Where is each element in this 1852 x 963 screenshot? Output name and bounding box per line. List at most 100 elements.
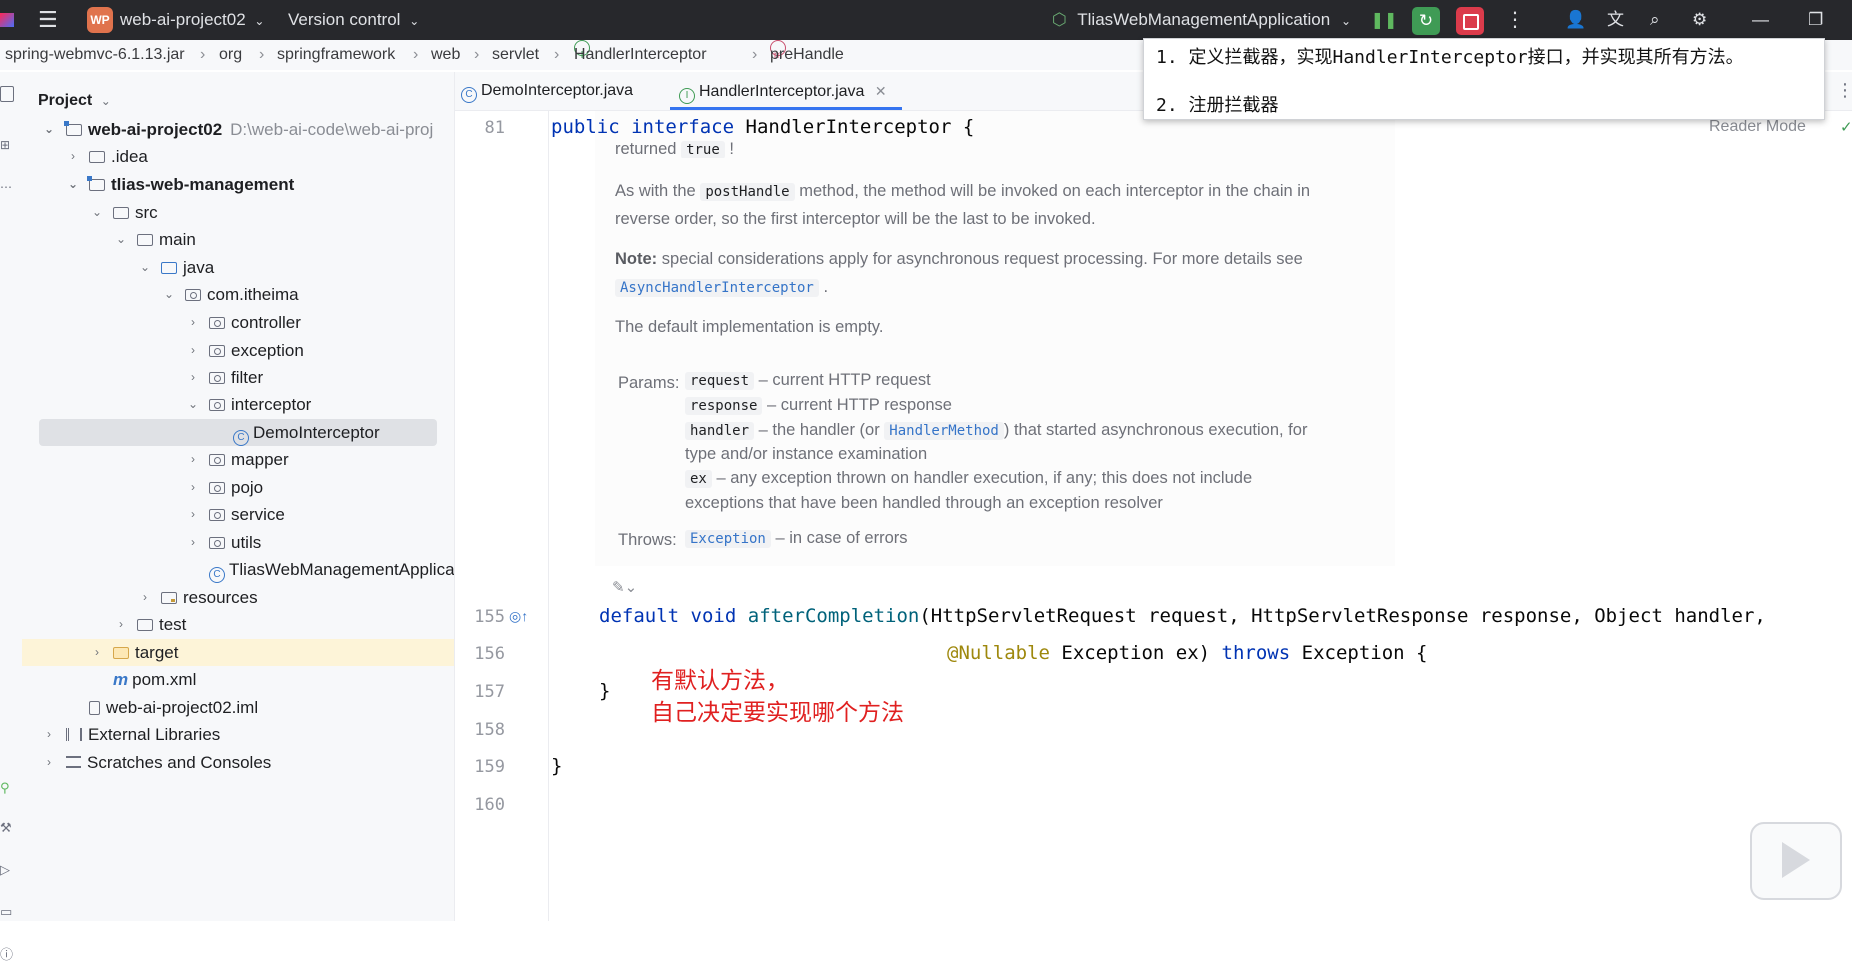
minimize-icon[interactable]: — — [1752, 0, 1769, 40]
project-badge[interactable]: WP — [87, 7, 113, 33]
add-user-icon[interactable]: 👤 — [1565, 0, 1586, 40]
breadcrumb-item[interactable]: springframework — [277, 40, 395, 70]
doc-text: – current HTTP response — [767, 396, 952, 414]
search-icon[interactable]: ⌕ — [1650, 0, 1660, 40]
chevron-down-icon: ⌄ — [68, 177, 79, 191]
restore-icon[interactable]: ❐ — [1808, 0, 1823, 40]
close-icon[interactable]: ✕ — [875, 83, 887, 99]
structure-tool-icon[interactable]: ⊞ — [0, 138, 10, 152]
doc-note: Note: special considerations apply for a… — [615, 250, 1303, 269]
video-play-button[interactable] — [1750, 822, 1842, 900]
line-number: 157 — [474, 682, 505, 702]
tree-item-tlias-app[interactable]: C TliasWebManagementApplica — [209, 556, 454, 583]
doc-text: – in case of errors — [775, 529, 908, 547]
tree-item-iml[interactable]: web-ai-project02.iml — [89, 694, 258, 721]
doc-link-exception[interactable]: Exception — [685, 530, 771, 548]
keyword: interface — [631, 116, 735, 138]
chevron-down-icon: ⌄ — [92, 205, 103, 219]
implementation-gutter-icon[interactable]: ◎↑ — [509, 608, 528, 625]
tab-handlerinterceptor[interactable]: I HandlerInterceptor.java ✕ — [679, 72, 887, 110]
chevron-down-icon: ⌄ — [164, 287, 175, 301]
chevron-right-icon: › — [119, 617, 123, 631]
problems-tool-icon[interactable]: ⓘ — [0, 944, 13, 963]
chevron-right-icon: › — [191, 507, 195, 521]
breadcrumb-separator-icon: › — [200, 46, 206, 63]
code-line-159: } — [551, 755, 563, 777]
library-icon — [66, 728, 82, 741]
gear-icon[interactable]: ⚙ — [1692, 0, 1707, 40]
breadcrumb-separator-icon: › — [554, 46, 560, 63]
project-name: web-ai-project02 — [120, 10, 246, 29]
breadcrumb-item[interactable]: web — [431, 40, 460, 70]
terminal-tool-icon[interactable]: ▭ — [0, 904, 12, 920]
excluded-folder-icon — [113, 647, 129, 659]
code-text: (HttpServletRequest request, HttpServlet… — [919, 605, 1766, 627]
line-number: 158 — [474, 720, 505, 740]
pause-icon[interactable]: ❚❚ — [1370, 7, 1398, 35]
chevron-right-icon: › — [47, 727, 51, 741]
breadcrumb-separator-icon: › — [474, 46, 480, 63]
module-folder-icon — [64, 121, 82, 136]
package-icon — [209, 509, 225, 521]
tree-item-label: tlias-web-management — [111, 175, 295, 194]
folder-icon — [137, 234, 153, 246]
project-switcher[interactable]: web-ai-project02 ⌄ — [120, 0, 264, 40]
folder-icon — [113, 207, 129, 219]
doc-text: returned — [615, 140, 677, 158]
chevron-down-icon: ⌄ — [140, 260, 151, 274]
tree-item-label: Scratches and Consoles — [87, 753, 272, 772]
keyword: public — [551, 116, 620, 138]
services-tool-icon[interactable]: ⚲ — [0, 780, 10, 796]
package-icon — [209, 317, 225, 329]
translate-icon[interactable]: 文 — [1607, 0, 1624, 40]
project-tool-icon[interactable] — [0, 86, 14, 102]
doc-link-handler-method[interactable]: HandlerMethod — [884, 422, 1004, 440]
source-folder-icon — [161, 262, 177, 274]
tab-demointerceptor[interactable]: C DemoInterceptor.java — [461, 72, 633, 110]
run-tool-icon[interactable]: ▷ — [0, 862, 10, 878]
doc-code: true — [681, 141, 725, 158]
tree-item-demointerceptor[interactable]: C DemoInterceptor — [233, 419, 380, 446]
version-control-menu[interactable]: Version control ⌄ — [288, 0, 419, 40]
doc-toggle-render-icon[interactable]: ✎⌄ — [612, 578, 637, 596]
doc-text: – current HTTP request — [758, 371, 931, 389]
app-logo-icon[interactable] — [0, 0, 20, 40]
code-text: Exception { — [1290, 642, 1428, 664]
doc-param-request: request – current HTTP request — [685, 371, 931, 390]
doc-link-async-handler-interceptor[interactable]: AsyncHandlerInterceptor — [615, 279, 819, 297]
breadcrumb-item[interactable]: org — [219, 40, 242, 70]
run-config-selector[interactable]: ⬡ TliasWebManagementApplication ⌄ — [1052, 0, 1351, 40]
doc-throws-label: Throws: — [618, 531, 677, 549]
build-tool-icon[interactable]: ⚒ — [0, 820, 12, 836]
package-icon — [209, 482, 225, 494]
rerun-icon[interactable]: ↻ — [1412, 7, 1440, 35]
tree-item-pom[interactable]: m pom.xml — [113, 666, 196, 693]
project-panel-title[interactable]: Project ⌄ — [38, 92, 111, 110]
tree-item-label: main — [159, 230, 196, 249]
package-icon — [209, 537, 225, 549]
chevron-right-icon: › — [95, 645, 99, 659]
doc-param-handler: handler – the handler (or HandlerMethod)… — [685, 421, 1307, 440]
annotation: @Nullable — [947, 642, 1050, 664]
breadcrumb-item[interactable]: servlet — [492, 40, 539, 70]
folder-icon — [89, 151, 105, 163]
chevron-right-icon: › — [143, 590, 147, 604]
chevron-right-icon: › — [191, 370, 195, 384]
code-line-156: @Nullable Exception ex) throws Exception… — [947, 642, 1427, 664]
more-actions-icon[interactable]: ⋮ — [1505, 0, 1525, 40]
chevron-right-icon: › — [47, 755, 51, 769]
more-tools-icon[interactable]: ⋯ — [0, 180, 12, 194]
line-number: 155 — [474, 607, 505, 627]
chevron-down-icon: ⌄ — [44, 122, 55, 136]
main-menu-icon[interactable]: ☰ — [38, 0, 58, 40]
stop-button[interactable] — [1456, 7, 1484, 35]
breadcrumb-item[interactable]: spring-webmvc-6.1.13.jar — [5, 40, 185, 70]
stop-icon — [1463, 14, 1479, 30]
tab-actions-icon[interactable]: ⋮ — [1836, 80, 1852, 101]
run-config-icon: ⬡ — [1052, 10, 1067, 29]
tree-item-label: java — [183, 258, 215, 277]
reader-mode-toggle[interactable]: Reader Mode — [1709, 118, 1806, 136]
code-line-81: public interface HandlerInterceptor { — [551, 116, 974, 138]
project-panel-title-label: Project — [38, 92, 93, 109]
doc-returned-line: returned true ! — [615, 140, 734, 158]
